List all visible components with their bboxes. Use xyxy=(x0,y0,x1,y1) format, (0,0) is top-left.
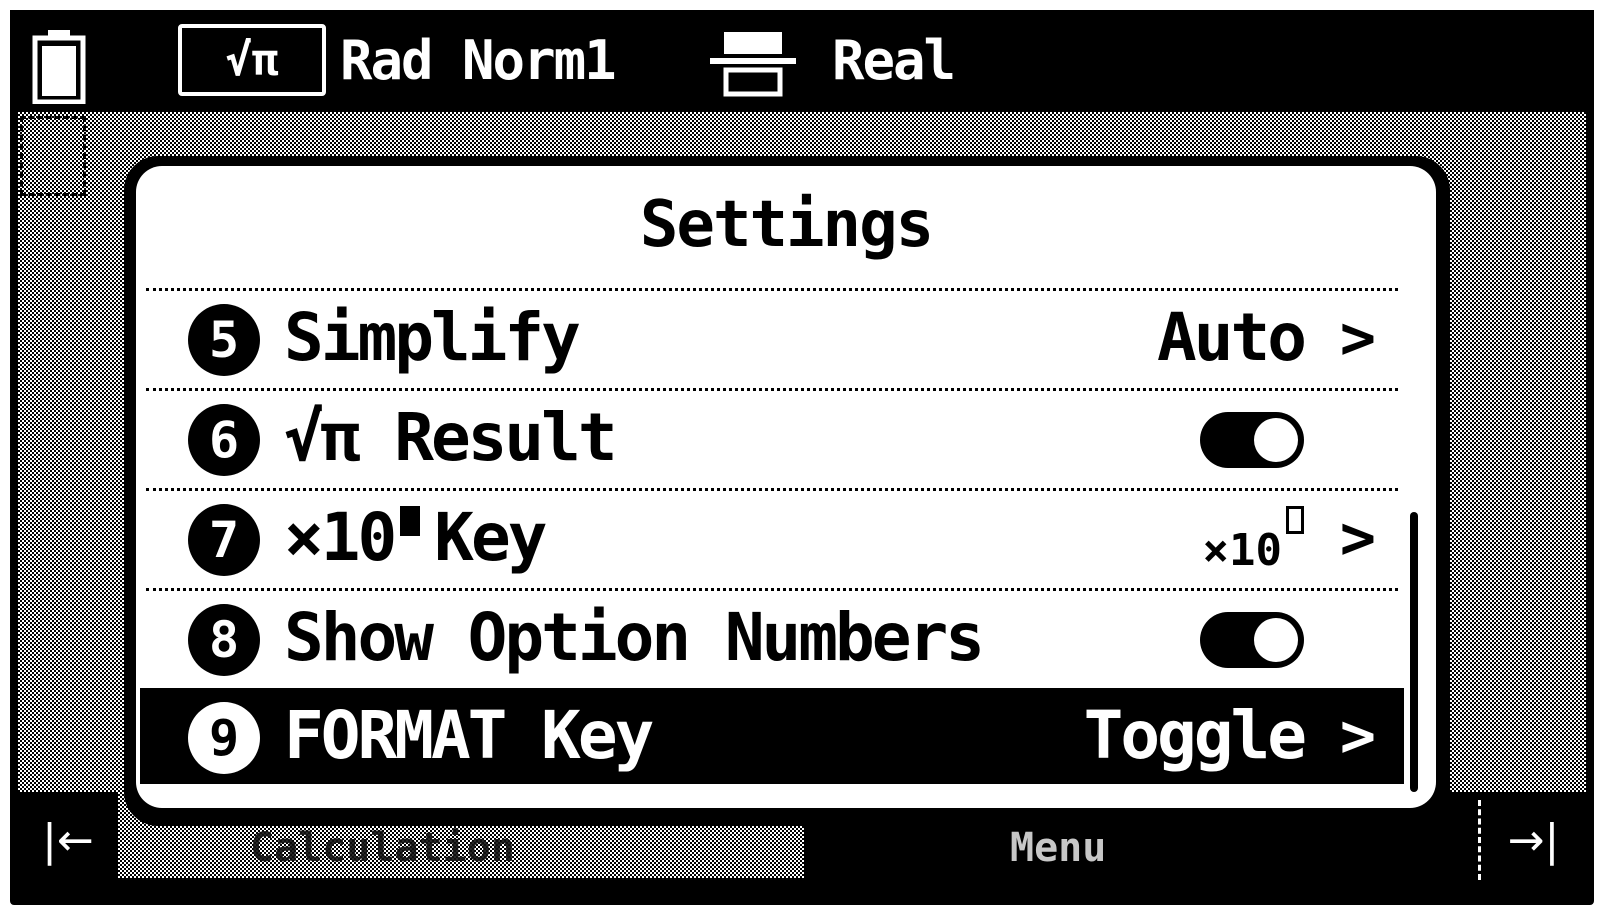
toggle-knob xyxy=(1254,618,1298,662)
cursor-placeholder xyxy=(20,116,86,196)
option-number-badge: 7 xyxy=(188,504,260,576)
x10-label-prefix: ×10 xyxy=(284,499,397,576)
angle-mode-text: Rad Norm1 xyxy=(340,29,617,92)
exponent-placeholder-icon xyxy=(1286,506,1304,534)
toggle-knob xyxy=(1254,418,1298,462)
number-mode-text: Real xyxy=(832,29,956,92)
forward-arrow-icon[interactable]: →| xyxy=(1478,800,1586,880)
chevron-right-icon: > xyxy=(1339,303,1376,373)
calculator-screen: √π Rad Norm1 Real |← Calculation Menu →|… xyxy=(0,0,1604,915)
back-arrow-icon[interactable]: |← xyxy=(18,800,118,880)
option-number-badge: 9 xyxy=(188,702,260,774)
softkey-calculation-label: Calculation xyxy=(250,828,515,868)
setting-value: Auto xyxy=(1157,299,1307,376)
setting-show-option-numbers[interactable]: 8 Show Option Numbers xyxy=(140,590,1404,686)
setting-label: Show Option Numbers xyxy=(284,599,985,676)
scrollbar[interactable] xyxy=(1410,512,1418,792)
setting-x10-key[interactable]: 7 ×10 Key ×10 > xyxy=(140,490,1404,586)
dialog-title: Settings xyxy=(639,188,934,262)
chevron-right-icon: > xyxy=(1339,701,1376,771)
status-bar: √π Rad Norm1 Real xyxy=(10,10,1594,110)
setting-label: FORMAT Key xyxy=(284,697,654,774)
x10-value-text: ×10 xyxy=(1202,525,1282,576)
settings-dialog: Settings 5 Simplify Auto > 6 √π Result 7… xyxy=(136,166,1436,808)
exponent-box-icon xyxy=(400,506,421,536)
exact-mode-indicator: √π xyxy=(178,24,326,96)
battery-full-icon xyxy=(32,30,86,104)
toggle-switch-on[interactable] xyxy=(1200,412,1304,468)
setting-simplify[interactable]: 5 Simplify Auto > xyxy=(140,290,1404,386)
option-number-badge: 6 xyxy=(188,404,260,476)
option-number-badge: 5 xyxy=(188,304,260,376)
setting-label: ×10 Key xyxy=(284,498,547,578)
x10-label-suffix: Key xyxy=(434,499,547,576)
setting-value: ×10 xyxy=(1203,506,1304,576)
option-number-badge: 8 xyxy=(188,604,260,676)
setting-sqrt-pi-result[interactable]: 6 √π Result xyxy=(140,390,1404,486)
setting-format-key[interactable]: 9 FORMAT Key Toggle > xyxy=(140,688,1404,784)
softkey-menu-label: Menu xyxy=(1010,828,1107,868)
setting-value: Toggle xyxy=(1083,697,1307,774)
setting-label: Simplify xyxy=(284,299,581,376)
chevron-right-icon: > xyxy=(1339,503,1376,573)
fraction-format-icon xyxy=(710,32,796,97)
toggle-switch-on[interactable] xyxy=(1200,612,1304,668)
setting-label: √π Result xyxy=(284,399,618,476)
